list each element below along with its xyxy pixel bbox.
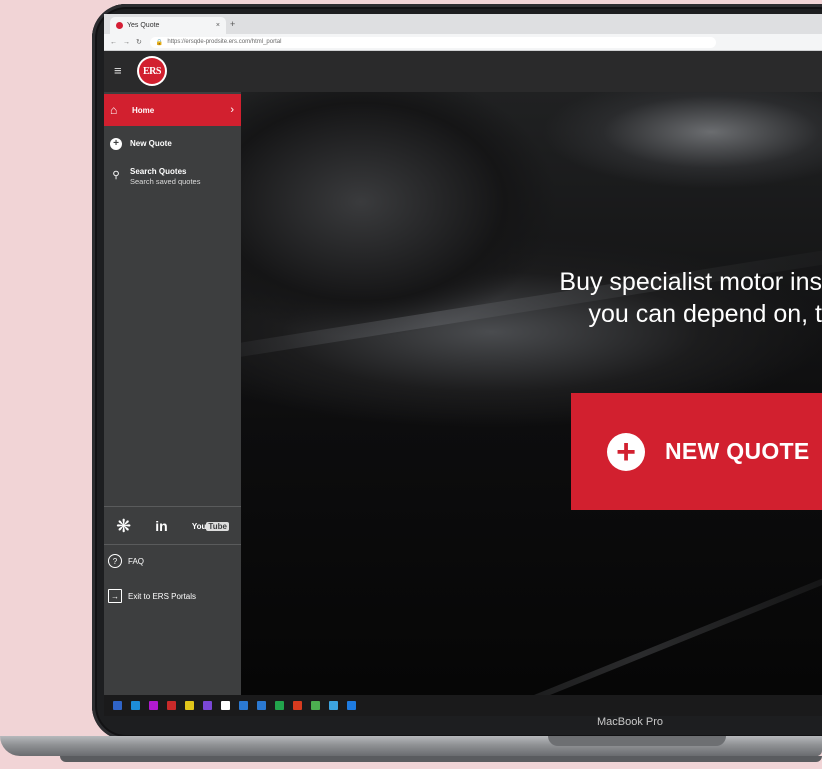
taskbar-app-icon[interactable] [131, 701, 140, 710]
app-header: ≡ ERS [104, 51, 822, 92]
taskbar-app-icon[interactable] [257, 701, 266, 710]
taskbar [104, 695, 822, 716]
taskbar-app-icon[interactable] [185, 701, 194, 710]
new-quote-button[interactable]: + NEW QUOTE [571, 393, 822, 510]
browser-toolbar: ← → ↻ 🔒 https://ersqde-prodsite.ers.com/… [104, 34, 822, 51]
taskbar-app-icon[interactable] [329, 701, 338, 710]
plus-circle-icon: + [607, 432, 645, 471]
taskbar-app-icon[interactable] [203, 701, 212, 710]
favicon-icon [116, 22, 123, 29]
logo-text: ERS [139, 58, 165, 84]
social-links: ❋ in You Tube [104, 512, 241, 540]
taskbar-app-icon[interactable] [167, 701, 176, 710]
hero-headline-line2: you can depend on, t [588, 300, 822, 328]
taskbar-app-icon[interactable] [239, 701, 248, 710]
exit-icon: → [108, 589, 122, 603]
tab-close-icon[interactable]: × [216, 22, 220, 29]
taskbar-app-icon[interactable] [275, 701, 284, 710]
back-icon[interactable]: ← [110, 39, 117, 46]
ers-logo[interactable]: ERS [137, 56, 167, 86]
youtube-you: You [191, 521, 207, 531]
question-circle-icon: ? [108, 554, 122, 568]
hamburger-icon[interactable]: ≡ [114, 64, 122, 77]
taskbar-app-icon[interactable] [311, 701, 320, 710]
sidebar-item-new-quote[interactable]: + New Quote [104, 138, 241, 150]
url-text: https://ersqde-prodsite.ers.com/html_por… [167, 39, 282, 45]
plus-circle-icon: + [110, 138, 122, 150]
taskbar-app-icon[interactable] [113, 701, 122, 710]
new-quote-label: NEW QUOTE [665, 438, 810, 464]
sidebar-item-sublabel: Search saved quotes [130, 177, 201, 186]
screen: Yes Quote × + ← → ↻ 🔒 https://ersqde-pro… [104, 14, 822, 716]
sidebar-item-label: Exit to ERS Portals [128, 591, 197, 601]
hero-banner: Buy specialist motor ins you can depend … [241, 92, 822, 695]
sidebar-item-label: FAQ [128, 556, 145, 566]
taskbar-app-icon[interactable] [221, 701, 230, 710]
new-tab-button[interactable]: + [230, 19, 235, 29]
chevron-right-icon: › [230, 104, 234, 116]
hero-headline-line1: Buy specialist motor ins [559, 268, 822, 296]
sidebar-item-search-quotes[interactable]: ⚲ Search Quotes Search saved quotes [104, 167, 241, 187]
sidebar: ⌂ Home › + New Quote ⚲ Search Quotes Sea… [104, 92, 241, 695]
device-label: MacBook Pro [596, 716, 664, 728]
home-icon: ⌂ [110, 103, 118, 117]
laptop-foot [60, 756, 822, 762]
sidebar-item-home[interactable]: ⌂ Home › [104, 94, 241, 126]
taskbar-app-icon[interactable] [293, 701, 302, 710]
laptop-notch [548, 736, 726, 746]
youtube-tube: Tube [206, 521, 229, 531]
lock-icon: 🔒 [155, 39, 164, 46]
browser-tab-bar: Yes Quote × + [104, 14, 822, 34]
tab-title: Yes Quote [127, 22, 160, 29]
sidebar-item-exit[interactable]: → Exit to ERS Portals [104, 589, 241, 603]
taskbar-app-icon[interactable] [149, 701, 158, 710]
sidebar-divider [104, 544, 241, 545]
address-bar[interactable]: 🔒 https://ersqde-prodsite.ers.com/html_p… [149, 36, 716, 48]
search-icon: ⚲ [112, 169, 120, 181]
forward-icon[interactable]: → [123, 39, 130, 46]
hero-highlight [241, 232, 822, 366]
browser-tab[interactable]: Yes Quote × [110, 17, 226, 34]
reload-icon[interactable]: ↻ [136, 38, 142, 46]
sidebar-divider [104, 506, 241, 507]
twitter-icon[interactable]: ❋ [116, 516, 131, 537]
youtube-icon[interactable]: You Tube [191, 521, 229, 531]
sidebar-item-label: Search Quotes [130, 167, 187, 176]
hero-highlight [352, 536, 822, 695]
taskbar-app-icon[interactable] [347, 701, 356, 710]
sidebar-item-label: Home [132, 105, 155, 115]
linkedin-icon[interactable]: in [155, 518, 167, 534]
sidebar-item-label: New Quote [130, 139, 172, 148]
sidebar-item-faq[interactable]: ? FAQ [104, 554, 241, 568]
